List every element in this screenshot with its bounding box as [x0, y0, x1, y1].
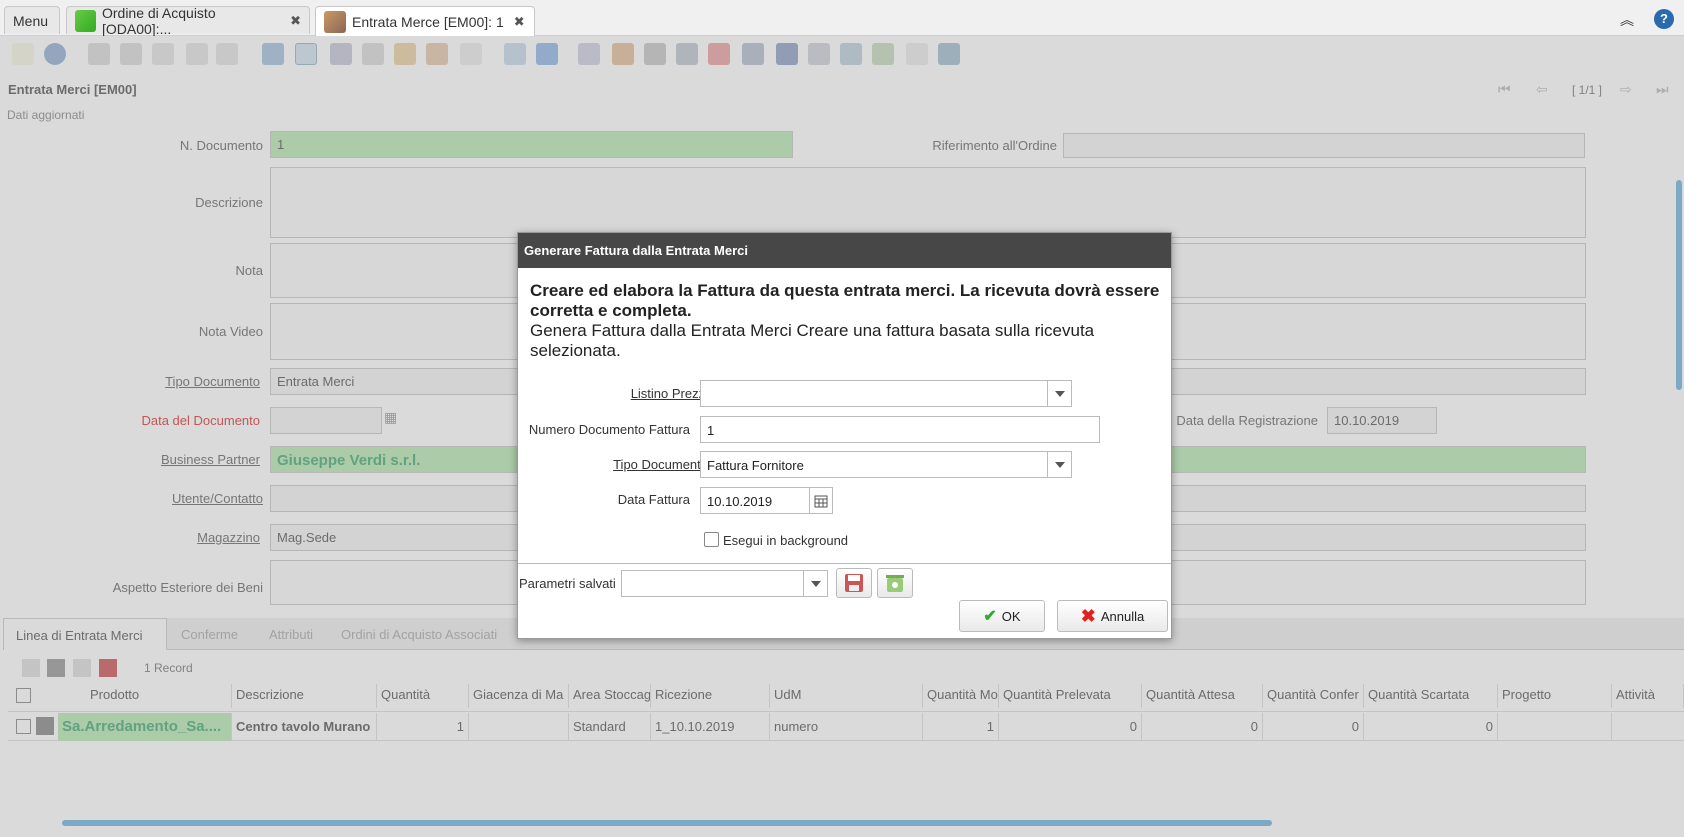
parametri-dropdown-button[interactable]	[803, 570, 828, 597]
close-icon[interactable]: ✖	[290, 13, 301, 29]
chevron-down-icon	[1054, 390, 1065, 397]
dialog-title[interactable]: Generare Fattura dalla Entrata Merci	[518, 233, 1171, 268]
numero-documento-label: Numero Documento Fattura	[528, 422, 690, 437]
tab-bar: Menu Ordine di Acquisto [ODA00]:... ✖ En…	[0, 0, 1684, 37]
calendar-button[interactable]	[809, 487, 833, 514]
chevron-down-icon	[1054, 461, 1065, 468]
chevron-down-icon	[810, 580, 821, 587]
tab-entrata-merce[interactable]: Entrata Merce [EM00]: 1 ✖	[315, 6, 535, 36]
tab-menu[interactable]: Menu	[4, 6, 60, 34]
annulla-label: Annulla	[1100, 608, 1145, 624]
delete-parameters-button[interactable]	[877, 568, 913, 598]
divider	[518, 563, 1171, 564]
generate-invoice-dialog: Generare Fattura dalla Entrata Merci Cre…	[517, 232, 1172, 639]
save-icon	[845, 574, 863, 592]
annulla-button[interactable]: ✖ Annulla	[1057, 600, 1168, 632]
dialog-description: Genera Fattura dalla Entrata Merci Crear…	[530, 321, 1095, 360]
listino-prezzi-label: Listino Prezzi	[630, 386, 708, 401]
parametri-salvati-label: Parametri salvati	[519, 576, 616, 591]
save-parameters-button[interactable]	[836, 568, 872, 598]
tipo-documento-dialog-label: Tipo Documento	[613, 457, 708, 472]
numero-documento-input[interactable]: 1	[700, 416, 1100, 443]
cancel-icon: ✖	[1080, 605, 1096, 626]
tab-ordine-acquisto[interactable]: Ordine di Acquisto [ODA00]:... ✖	[66, 4, 310, 37]
background-checkbox[interactable]	[704, 532, 719, 547]
tipo-dropdown-button[interactable]	[1047, 451, 1072, 478]
background-label: Esegui in background	[723, 533, 849, 548]
parametri-salvati-select[interactable]	[621, 570, 804, 597]
listino-prezzi-select[interactable]	[700, 380, 1048, 407]
calendar-icon	[814, 495, 828, 507]
tab-entrata-label: Entrata Merce [EM00]: 1	[352, 13, 504, 30]
tab-ordine-label: Ordine di Acquisto [ODA00]:...	[101, 4, 216, 37]
tab-menu-label: Menu	[13, 12, 49, 29]
dialog-heading: Creare ed elabora la Fattura da questa e…	[530, 281, 1160, 320]
help-icon[interactable]: ?	[1654, 9, 1674, 29]
ok-button[interactable]: ✔ OK	[959, 600, 1045, 632]
tipo-documento-select[interactable]: Fattura Fornitore	[700, 451, 1048, 478]
data-fattura-label: Data Fattura	[617, 492, 690, 507]
collapse-icon[interactable]: ︽	[1620, 10, 1634, 30]
listino-dropdown-button[interactable]	[1047, 380, 1072, 407]
cart-icon	[324, 10, 346, 33]
ok-label: OK	[1001, 608, 1021, 624]
package-icon	[75, 9, 96, 32]
close-icon[interactable]: ✖	[514, 14, 525, 30]
delete-icon	[886, 575, 904, 592]
check-icon: ✔	[983, 608, 997, 625]
data-fattura-input[interactable]: 10.10.2019	[700, 487, 810, 514]
